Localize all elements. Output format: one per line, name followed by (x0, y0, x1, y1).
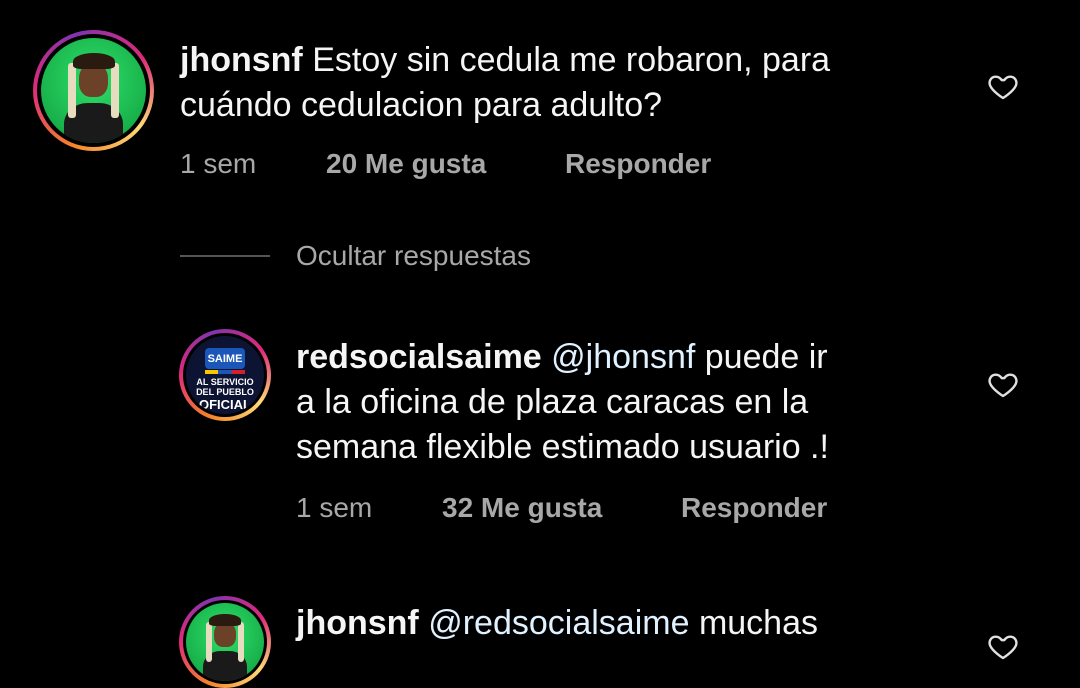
comment-body-line2: cuándo cedulacion para adulto? (180, 86, 663, 124)
heart-icon[interactable] (986, 70, 1020, 102)
comment-text: jhonsnf Estoy sin cedula me robaron, par… (180, 38, 830, 128)
comment-meta: 1 sem 32 Me gusta Responder (296, 492, 827, 524)
avatar-photo (186, 603, 264, 681)
comment-body-line1: puede ir (704, 338, 828, 376)
comment-body-line2: a la oficina de plaza caracas en la (296, 383, 809, 421)
divider (180, 255, 270, 257)
hide-replies-toggle[interactable]: Ocultar respuestas (180, 240, 531, 272)
avatar-photo (41, 38, 146, 143)
likes-count[interactable]: 32 Me gusta (442, 492, 681, 524)
heart-icon[interactable] (986, 630, 1020, 662)
mention-link[interactable]: @redsocialsaime (428, 604, 689, 642)
username[interactable]: jhonsnf (296, 604, 419, 642)
saime-logo: SAIME AL SERVICIO DEL PUEBLO OFICIAL (186, 336, 264, 414)
comment-text: jhonsnf @redsocialsaime muchas (296, 601, 818, 646)
avatar[interactable]: SAIME AL SERVICIO DEL PUEBLO OFICIAL (179, 329, 271, 421)
comment-text: redsocialsaime @jhonsnf puede ir a la of… (296, 335, 829, 470)
comment-body-line3: semana flexible estimado usuario .! (296, 428, 829, 466)
avatar[interactable] (33, 30, 154, 151)
comment-meta: 1 sem 20 Me gusta Responder (180, 148, 711, 180)
timestamp: 1 sem (180, 148, 257, 179)
reply-button[interactable]: Responder (565, 148, 711, 180)
reply-button[interactable]: Responder (681, 492, 827, 524)
likes-count[interactable]: 20 Me gusta (326, 148, 565, 180)
comment-body-line1: Estoy sin cedula me robaron, para (312, 41, 831, 79)
username[interactable]: redsocialsaime (296, 338, 542, 376)
heart-icon[interactable] (986, 368, 1020, 400)
hide-replies-label[interactable]: Ocultar respuestas (296, 240, 531, 272)
avatar[interactable] (179, 596, 271, 688)
mention-link[interactable]: @jhonsnf (551, 338, 695, 376)
timestamp: 1 sem (296, 492, 373, 523)
username[interactable]: jhonsnf (180, 41, 303, 79)
comment-body-line1: muchas (698, 604, 819, 642)
